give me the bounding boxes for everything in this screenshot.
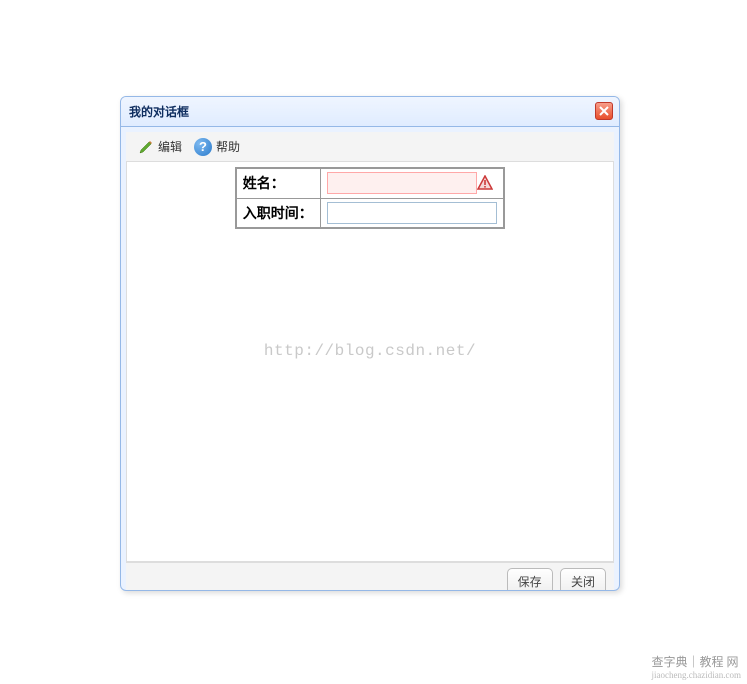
close-button[interactable] [595,102,613,120]
edit-button[interactable]: 编辑 [134,136,186,157]
page-footer-main: 查字典｜教程 网 [652,655,739,669]
hiredate-label: 入职时间： [236,198,321,228]
close-footer-button[interactable]: 关闭 [560,568,606,591]
help-icon: ? [194,138,212,156]
name-label: 姓名： [236,168,321,198]
help-button[interactable]: ? 帮助 [190,136,244,158]
name-input[interactable] [327,172,477,194]
hiredate-input[interactable] [327,202,497,224]
warning-icon [477,175,493,191]
close-icon [599,106,609,116]
dialog-body: 姓名： 入职时间： h [126,162,614,562]
dialog-footer: 保存 关闭 [126,562,614,591]
page-footer-sub: jiaocheng.chazidian.com [652,670,741,680]
form-table: 姓名： 入职时间： [235,167,506,229]
hiredate-input-cell [321,198,505,228]
toolbar: 编辑 ? 帮助 [126,132,614,162]
form-row-hiredate: 入职时间： [236,198,505,228]
form-row-name: 姓名： [236,168,505,198]
help-label: 帮助 [216,138,240,155]
dialog-window: 我的对话框 编辑 ? 帮助 姓名： [120,96,620,591]
page-footer: 查字典｜教程 网 jiaocheng.chazidian.com [652,653,741,680]
dialog-title: 我的对话框 [129,105,189,119]
dialog-header: 我的对话框 [121,97,619,127]
watermark-text: http://blog.csdn.net/ [264,342,476,360]
save-button[interactable]: 保存 [507,568,553,591]
pencil-icon [138,139,154,155]
edit-label: 编辑 [158,138,182,155]
name-input-cell [321,168,505,198]
